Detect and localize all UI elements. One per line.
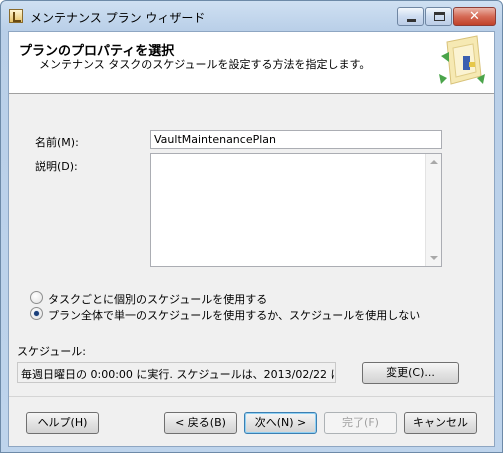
minimize-button[interactable] (397, 7, 424, 26)
radio-label: プラン全体で単一のスケジュールを使用するか、スケジュールを使用しない (48, 309, 421, 322)
maximize-icon (434, 12, 445, 21)
radio-button[interactable] (30, 291, 43, 304)
wizard-window: メンテナンス プラン ウィザード ✕ プランのプロパティを選択 メンテナンス タ… (0, 0, 503, 453)
app-icon (9, 9, 23, 23)
finish-button[interactable]: 完了(F) (324, 412, 397, 434)
radio-label: タスクごとに個別のスケジュールを使用する (48, 293, 268, 306)
wizard-header: プランのプロパティを選択 メンテナンス タスクのスケジュールを設定する方法を指定… (9, 32, 494, 94)
window-title: メンテナンス プラン ウィザード (30, 11, 206, 25)
schedule-label: スケジュール: (17, 345, 86, 358)
name-field[interactable]: VaultMaintenancePlan (150, 130, 442, 149)
minimize-icon (407, 19, 416, 22)
close-button[interactable]: ✕ (453, 7, 496, 26)
description-field[interactable] (150, 153, 442, 267)
next-button[interactable]: 次へ(N) > (244, 412, 317, 434)
change-schedule-button[interactable]: 変更(C)... (362, 362, 459, 384)
radio-button-selected[interactable] (30, 307, 43, 320)
back-button[interactable]: < 戻る(B) (164, 412, 237, 434)
page-subtitle: メンテナンス タスクのスケジュールを設定する方法を指定します。 (39, 58, 371, 71)
scroll-up-icon[interactable] (430, 160, 438, 164)
wizard-footer: ヘルプ(H) < 戻る(B) 次へ(N) > 完了(F) キャンセル (9, 396, 494, 446)
close-icon: ✕ (469, 9, 480, 24)
schedule-summary: 毎週日曜日の 0:00:00 に実行. スケジュールは、2013/02/22 に… (17, 362, 336, 383)
wizard-client-area: プランのプロパティを選択 メンテナンス タスクのスケジュールを設定する方法を指定… (8, 31, 495, 447)
name-label: 名前(M): (35, 136, 79, 149)
scroll-down-icon[interactable] (430, 256, 438, 260)
description-label: 説明(D): (35, 160, 78, 173)
maximize-button[interactable] (425, 7, 452, 26)
help-button[interactable]: ヘルプ(H) (26, 412, 99, 434)
wizard-graphic-icon (439, 35, 485, 85)
title-bar[interactable]: メンテナンス プラン ウィザード ✕ (1, 1, 502, 31)
description-scrollbar[interactable] (425, 154, 441, 266)
cancel-button[interactable]: キャンセル (404, 412, 477, 434)
